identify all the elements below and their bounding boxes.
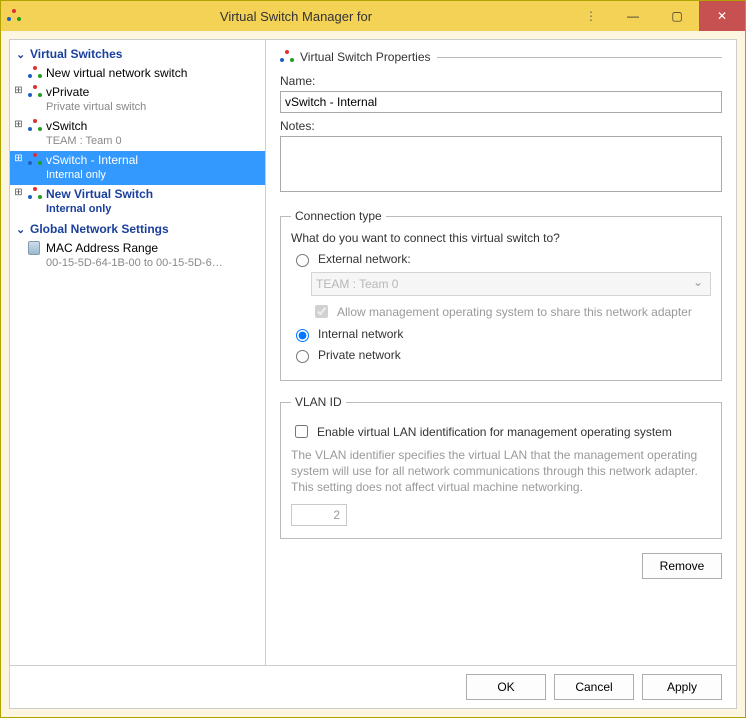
switch-icon: [28, 119, 42, 133]
tree-item-sub: Private virtual switch: [46, 100, 261, 115]
notes-label: Notes:: [280, 119, 722, 133]
private-network-row[interactable]: Private network: [291, 347, 711, 363]
vlan-group: VLAN ID Enable virtual LAN identificatio…: [280, 395, 722, 539]
internal-label: Internal network: [318, 327, 403, 341]
vlan-enable-row[interactable]: Enable virtual LAN identification for ma…: [291, 422, 711, 441]
tree-section-switches[interactable]: Virtual Switches: [10, 44, 265, 64]
tree-item-mac-range[interactable]: MAC Address Range 00-15-5D-64-1B-00 to 0…: [10, 239, 265, 273]
internal-radio[interactable]: [296, 329, 309, 342]
window-frame: Virtual Switch Manager for ⋮ — ▢ ✕ Virtu…: [0, 0, 746, 718]
tree-item-sub: Internal only: [46, 202, 261, 217]
titlebar[interactable]: Virtual Switch Manager for ⋮ — ▢ ✕: [1, 1, 745, 31]
tree-item-label: New Virtual Switch: [46, 187, 153, 201]
tree-item-label: vPrivate: [46, 85, 89, 99]
tree-item-sub: 00-15-5D-64-1B-00 to 00-15-5D-6…: [46, 256, 261, 271]
expand-icon[interactable]: ⊞: [14, 86, 23, 95]
switch-icon: [28, 85, 42, 99]
external-radio[interactable]: [296, 254, 309, 267]
mac-range-icon: [28, 241, 42, 255]
name-input[interactable]: [280, 91, 722, 113]
external-network-row[interactable]: External network:: [291, 251, 711, 267]
tree-item-label: New virtual network switch: [46, 66, 187, 80]
tree-item-label: vSwitch - Internal: [46, 153, 138, 167]
tree-item-new-switch[interactable]: New virtual network switch: [10, 64, 265, 83]
private-radio[interactable]: [296, 350, 309, 363]
divider: [437, 57, 723, 58]
name-label: Name:: [280, 74, 722, 88]
tree-item-label: vSwitch: [46, 119, 87, 133]
vlan-legend: VLAN ID: [291, 395, 346, 409]
titlebar-left: [7, 9, 21, 23]
titlebar-menu-icon[interactable]: ⋮: [571, 9, 611, 23]
external-label: External network:: [318, 252, 411, 266]
vlan-help-text: The VLAN identifier specifies the virtua…: [291, 447, 711, 496]
tree-item-sub: TEAM : Team 0: [46, 134, 261, 149]
maximize-button[interactable]: ▢: [655, 1, 699, 31]
tree-item-new-virtual-switch[interactable]: ⊞ New Virtual Switch Internal only: [10, 185, 265, 219]
tree-item-sub: Internal only: [46, 168, 261, 183]
minimize-button[interactable]: —: [611, 1, 655, 31]
switch-icon: [28, 66, 42, 80]
connection-type-legend: Connection type: [291, 209, 386, 223]
dialog-button-row: OK Cancel Apply: [10, 665, 736, 708]
external-adapter-combo: TEAM : Team 0: [311, 272, 711, 296]
expand-icon[interactable]: ⊞: [14, 154, 23, 163]
window-title: Virtual Switch Manager for: [21, 9, 571, 24]
right-pane: Virtual Switch Properties Name: Notes: C…: [266, 40, 736, 665]
remove-button[interactable]: Remove: [642, 553, 722, 579]
remove-row: Remove: [280, 553, 722, 579]
ok-button[interactable]: OK: [466, 674, 546, 700]
vlan-id-input: [291, 504, 347, 526]
connection-type-question: What do you want to connect this virtual…: [291, 231, 711, 245]
external-adapter-combo-wrap: TEAM : Team 0: [311, 272, 711, 296]
tree-item-vprivate[interactable]: ⊞ vPrivate Private virtual switch: [10, 83, 265, 117]
allow-mgmt-row: Allow management operating system to sha…: [311, 302, 711, 321]
switch-icon: [28, 153, 42, 167]
app-icon: [7, 9, 21, 23]
tree-section-global[interactable]: Global Network Settings: [10, 219, 265, 239]
switch-icon: [280, 50, 294, 64]
expand-icon[interactable]: ⊞: [14, 188, 23, 197]
switch-icon: [28, 187, 42, 201]
allow-mgmt-label: Allow management operating system to sha…: [337, 305, 692, 319]
client-area: Virtual Switches New virtual network swi…: [1, 31, 745, 717]
cancel-button[interactable]: Cancel: [554, 674, 634, 700]
properties-header-text: Virtual Switch Properties: [300, 50, 431, 64]
expand-icon[interactable]: ⊞: [14, 120, 23, 129]
main-row: Virtual Switches New virtual network swi…: [10, 40, 736, 665]
notes-input[interactable]: [280, 136, 722, 192]
close-button[interactable]: ✕: [699, 1, 745, 31]
apply-button[interactable]: Apply: [642, 674, 722, 700]
inner-panel: Virtual Switches New virtual network swi…: [9, 39, 737, 709]
properties-header: Virtual Switch Properties: [280, 50, 722, 64]
tree-item-vswitch-internal[interactable]: ⊞ vSwitch - Internal Internal only: [10, 151, 265, 185]
window-controls: — ▢ ✕: [611, 1, 745, 31]
tree-item-vswitch[interactable]: ⊞ vSwitch TEAM : Team 0: [10, 117, 265, 151]
internal-network-row[interactable]: Internal network: [291, 326, 711, 342]
private-label: Private network: [318, 348, 401, 362]
left-pane: Virtual Switches New virtual network swi…: [10, 40, 266, 665]
connection-type-group: Connection type What do you want to conn…: [280, 209, 722, 381]
tree-item-label: MAC Address Range: [46, 241, 158, 255]
allow-mgmt-checkbox: [315, 305, 328, 318]
vlan-enable-checkbox[interactable]: [295, 425, 308, 438]
vlan-enable-label: Enable virtual LAN identification for ma…: [317, 425, 672, 439]
